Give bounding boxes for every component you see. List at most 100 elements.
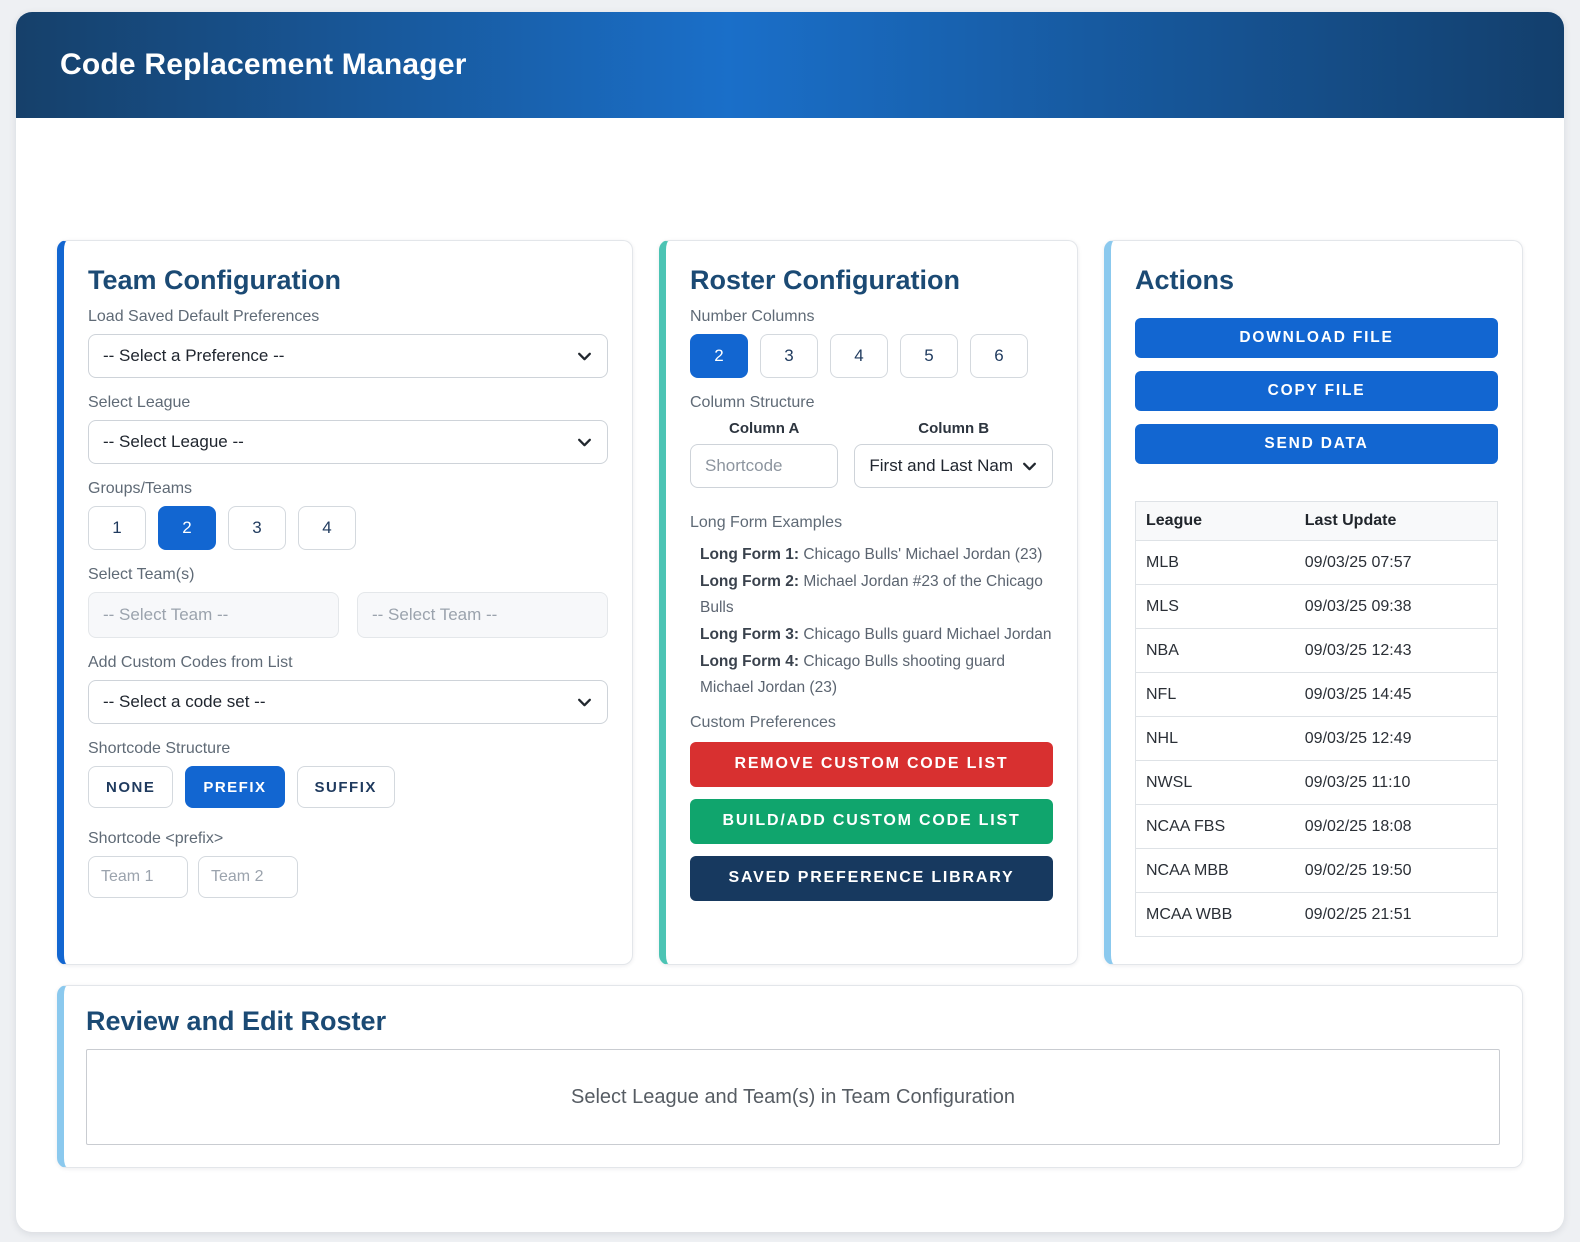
- prefix-team-2-input[interactable]: [198, 856, 298, 898]
- build-add-custom-code-list-button[interactable]: BUILD/ADD CUSTOM CODE LIST: [690, 798, 1053, 844]
- last-update-cell: 09/03/25 07:57: [1294, 540, 1498, 585]
- review-edit-roster-title: Review and Edit Roster: [86, 1006, 387, 1036]
- columns-count-button-3[interactable]: 3: [760, 334, 818, 378]
- league-cell: MCAA WBB: [1134, 892, 1295, 937]
- table-row: MLS 09/03/25 09:38: [1134, 584, 1498, 629]
- code-set-select[interactable]: -- Select a code set --: [88, 680, 608, 724]
- roster-configuration-title: Roster Configuration: [690, 265, 960, 295]
- columns-count-button-5[interactable]: 5: [900, 334, 958, 378]
- send-data-button[interactable]: SEND DATA: [1135, 424, 1498, 464]
- last-update-cell: 09/03/25 11:10: [1294, 760, 1498, 805]
- shortcode-structure-button-group: NONE PREFIX SUFFIX: [88, 766, 608, 808]
- chevron-down-icon: [1021, 458, 1038, 475]
- code-set-select-value: -- Select a code set --: [103, 692, 266, 711]
- number-columns-label: Number Columns: [690, 308, 815, 325]
- remove-custom-code-list-button[interactable]: REMOVE CUSTOM CODE LIST: [690, 741, 1053, 787]
- column-a-label: Column A: [729, 420, 800, 437]
- last-update-cell: 09/02/25 21:51: [1294, 892, 1498, 937]
- groups-count-button-4[interactable]: 4: [298, 506, 356, 550]
- groups-count-button-2-selected[interactable]: 2: [158, 506, 216, 550]
- app-header: Code Replacement Manager: [16, 12, 1564, 118]
- prefix-team-1-input[interactable]: [88, 856, 188, 898]
- preference-select-value: -- Select a Preference --: [103, 346, 285, 365]
- table-row: NCAA MBB 09/02/25 19:50: [1134, 848, 1498, 893]
- structure-suffix-button[interactable]: SUFFIX: [296, 766, 395, 808]
- roster-empty-state: Select League and Team(s) in Team Config…: [86, 1049, 1500, 1145]
- league-select[interactable]: -- Select League --: [88, 420, 608, 464]
- team-2-select[interactable]: [357, 592, 608, 638]
- column-b-group: Column B First and Last Nam: [854, 420, 1053, 488]
- chevron-down-icon: [576, 434, 593, 451]
- number-columns-button-group: 2 3 4 5 6: [690, 334, 1053, 378]
- team-configuration-panel: Team Configuration Load Saved Default Pr…: [57, 240, 633, 965]
- page-title: Code Replacement Manager: [60, 48, 467, 81]
- chevron-down-icon: [576, 694, 593, 711]
- saved-preference-library-button[interactable]: SAVED PREFERENCE LIBRARY: [690, 855, 1053, 901]
- copy-file-button[interactable]: COPY FILE: [1135, 371, 1498, 411]
- columns-count-button-4[interactable]: 4: [830, 334, 888, 378]
- roster-configuration-panel: Roster Configuration Number Columns 2 3 …: [659, 240, 1078, 965]
- long-form-1-label: Long Form 1:: [700, 546, 800, 563]
- last-update-cell: 09/03/25 12:43: [1294, 628, 1498, 673]
- structure-prefix-button-selected[interactable]: PREFIX: [185, 766, 285, 808]
- select-teams-label: Select Team(s): [88, 566, 195, 583]
- columns-count-button-6[interactable]: 6: [970, 334, 1028, 378]
- long-form-4-label: Long Form 4:: [700, 652, 800, 670]
- team-configuration-title: Team Configuration: [88, 265, 341, 295]
- groups-teams-label: Groups/Teams: [88, 480, 193, 497]
- column-b-select[interactable]: First and Last Nam: [854, 444, 1053, 488]
- table-row: NFL 09/03/25 14:45: [1134, 672, 1498, 717]
- groups-count-button-3[interactable]: 3: [228, 506, 286, 550]
- column-a-group: Column A: [690, 420, 839, 488]
- last-update-cell: 09/02/25 19:50: [1294, 848, 1498, 893]
- table-row: NCAA FBS 09/02/25 18:08: [1134, 804, 1498, 849]
- league-cell: MLB: [1134, 540, 1295, 585]
- table-row: NBA 09/03/25 12:43: [1134, 628, 1498, 673]
- last-update-cell: 09/03/25 09:38: [1294, 584, 1498, 629]
- long-form-3-text: Chicago Bulls guard Michael Jordan: [803, 625, 1052, 643]
- prefix-inputs-row: [88, 856, 608, 898]
- review-edit-roster-panel: Review and Edit Roster Select League and…: [57, 985, 1523, 1168]
- league-column-header: League: [1134, 501, 1295, 541]
- column-b-label: Column B: [918, 420, 990, 437]
- preference-select[interactable]: -- Select a Preference --: [88, 334, 608, 378]
- team-selects-row: [88, 592, 608, 638]
- custom-codes-label: Add Custom Codes from List: [88, 654, 293, 671]
- last-update-column-header: Last Update: [1294, 501, 1498, 541]
- actions-panel: Actions DOWNLOAD FILE COPY FILE SEND DAT…: [1104, 240, 1523, 965]
- config-cards-row: Team Configuration Load Saved Default Pr…: [57, 240, 1523, 965]
- team-1-select[interactable]: [88, 592, 339, 638]
- table-row: NHL 09/03/25 12:49: [1134, 716, 1498, 761]
- long-form-examples-label: Long Form Examples: [690, 514, 843, 531]
- column-structure-label: Column Structure: [690, 394, 815, 411]
- league-cell: MLS: [1134, 584, 1295, 629]
- custom-preferences-label: Custom Preferences: [690, 713, 836, 731]
- groups-count-button-1[interactable]: 1: [88, 506, 146, 550]
- last-update-cell: 09/02/25 18:08: [1294, 804, 1498, 849]
- long-form-2-label: Long Form 2:: [700, 572, 800, 590]
- league-cell: NWSL: [1134, 760, 1295, 805]
- long-form-example-2: Long Form 2: Michael Jordan #23 of the C…: [700, 569, 1053, 622]
- long-form-examples-list: Long Form 1: Chicago Bulls' Michael Jord…: [700, 542, 1053, 702]
- download-file-button[interactable]: DOWNLOAD FILE: [1135, 318, 1498, 358]
- column-a-input[interactable]: [690, 444, 839, 488]
- last-update-cell: 09/03/25 14:45: [1294, 672, 1498, 717]
- long-form-example-4: Long Form 4: Chicago Bulls shooting guar…: [700, 649, 1053, 702]
- app-window: Code Replacement Manager Team Configurat…: [16, 12, 1564, 1232]
- shortcode-prefix-label: Shortcode <prefix>: [88, 830, 224, 847]
- actions-title: Actions: [1135, 265, 1235, 295]
- columns-count-button-2-selected[interactable]: 2: [690, 334, 748, 378]
- roster-empty-message: Select League and Team(s) in Team Config…: [571, 1085, 1015, 1108]
- table-row: MLB 09/03/25 07:57: [1134, 540, 1498, 585]
- league-cell: NBA: [1134, 628, 1295, 673]
- chevron-down-icon: [576, 348, 593, 365]
- league-update-table: League Last Update MLB 09/03/25 07:57 MLS…: [1134, 501, 1498, 937]
- structure-none-button[interactable]: NONE: [88, 766, 174, 808]
- last-update-cell: 09/03/25 12:49: [1294, 716, 1498, 761]
- long-form-example-3: Long Form 3: Chicago Bulls guard Michael…: [700, 622, 1053, 649]
- load-preferences-label: Load Saved Default Preferences: [88, 308, 320, 325]
- main-content: Team Configuration Load Saved Default Pr…: [16, 118, 1564, 1168]
- table-row: NWSL 09/03/25 11:10: [1134, 760, 1498, 805]
- league-cell: NHL: [1134, 716, 1295, 761]
- groups-teams-button-group: 1 2 3 4: [88, 506, 608, 550]
